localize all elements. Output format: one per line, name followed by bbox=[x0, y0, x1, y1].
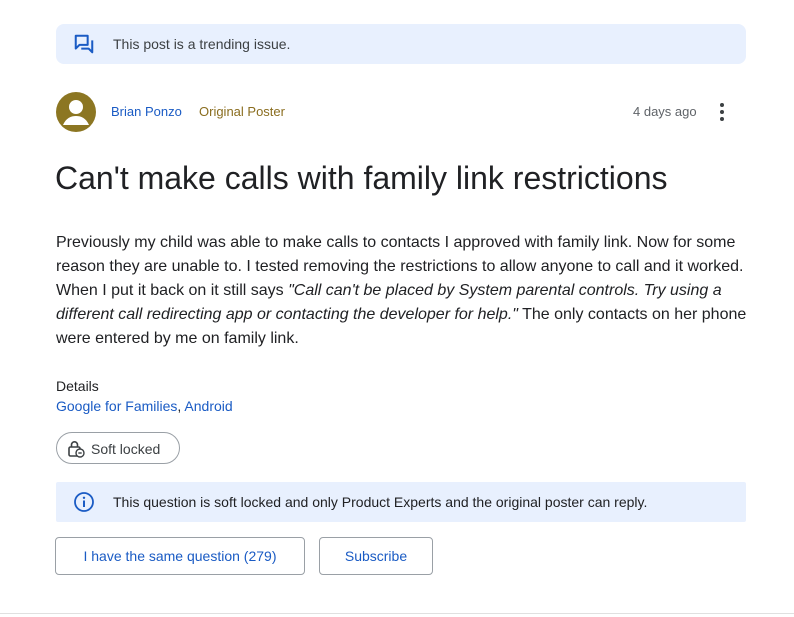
author-name[interactable]: Brian Ponzo bbox=[111, 104, 182, 119]
post-timestamp: 4 days ago bbox=[633, 104, 697, 119]
info-icon bbox=[74, 492, 94, 512]
details-label: Details bbox=[56, 378, 99, 394]
post-body: Previously my child was able to make cal… bbox=[56, 231, 756, 351]
post-title: Can't make calls with family link restri… bbox=[55, 160, 668, 196]
trending-banner: This post is a trending issue. bbox=[56, 24, 746, 64]
details-link-android[interactable]: Android bbox=[184, 398, 232, 414]
trending-text: This post is a trending issue. bbox=[113, 36, 291, 52]
details-links: Google for Families, Android bbox=[56, 398, 233, 414]
soft-locked-chip[interactable]: Soft locked bbox=[56, 432, 180, 464]
more-options-icon[interactable] bbox=[712, 100, 732, 124]
soft-lock-notice: This question is soft locked and only Pr… bbox=[56, 482, 746, 522]
lock-icon bbox=[68, 441, 85, 458]
forum-icon bbox=[74, 34, 94, 54]
subscribe-button[interactable]: Subscribe bbox=[319, 537, 433, 575]
soft-lock-notice-text: This question is soft locked and only Pr… bbox=[113, 494, 648, 510]
same-question-button[interactable]: I have the same question (279) bbox=[55, 537, 305, 575]
divider bbox=[0, 613, 794, 614]
original-poster-badge: Original Poster bbox=[199, 104, 285, 119]
avatar[interactable] bbox=[56, 92, 96, 132]
soft-locked-label: Soft locked bbox=[91, 441, 161, 457]
details-link-google-for-families[interactable]: Google for Families bbox=[56, 398, 177, 414]
